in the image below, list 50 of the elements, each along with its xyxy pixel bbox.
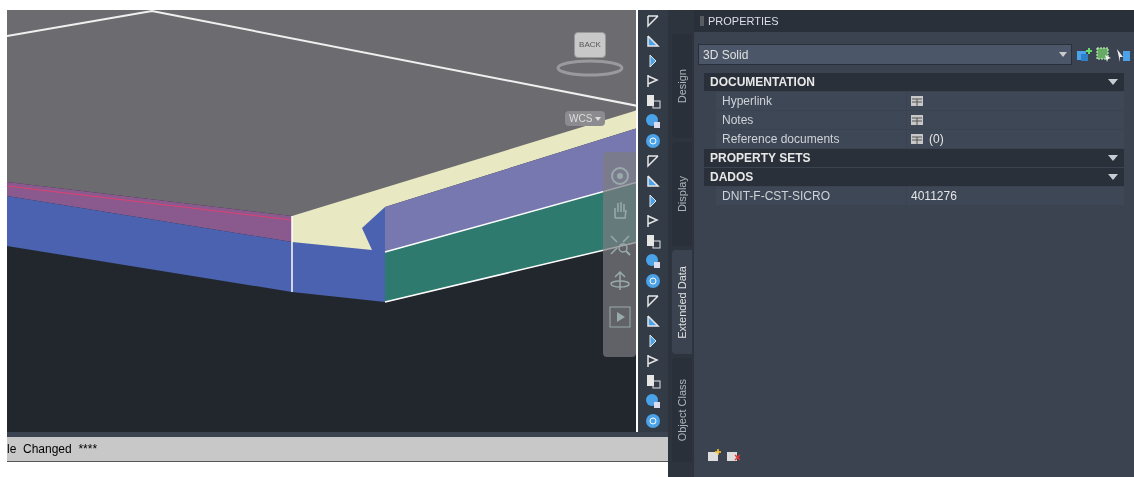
toolbar-tool-icon[interactable]: [644, 132, 663, 150]
toolbar-tool-icon[interactable]: [644, 412, 663, 430]
add-property-set-icon[interactable]: [708, 449, 721, 461]
command-history-text: le Changed ****: [7, 441, 98, 458]
orbit-icon: [608, 270, 631, 292]
toolbar-tool-icon[interactable]: [644, 372, 663, 390]
add-selection-icon[interactable]: [1076, 46, 1092, 63]
toolbar-tool-icon[interactable]: [644, 252, 663, 270]
viewcube-label[interactable]: BACK: [574, 32, 606, 58]
property-value-field[interactable]: 4011276: [907, 187, 1124, 205]
property-name: DNIT-F-CST-SICRO: [716, 187, 906, 205]
steering-wheel-icon: [609, 166, 630, 186]
section-header[interactable]: DOCUMENTATION: [704, 73, 1124, 91]
dropdown-caret-icon: [595, 116, 602, 121]
toolbar-tool-icon[interactable]: [644, 32, 663, 50]
side-tab[interactable]: Object Class: [672, 358, 692, 462]
grip-icon: [700, 16, 704, 26]
side-tab[interactable]: Display: [672, 142, 692, 246]
side-tab[interactable]: Extended Data: [672, 250, 692, 354]
object-type-dropdown[interactable]: 3D Solid: [698, 44, 1072, 65]
toolbar-tool-icon[interactable]: [644, 392, 663, 410]
property-value-field[interactable]: [907, 111, 1124, 129]
property-value-field[interactable]: (0): [907, 130, 1124, 148]
side-tab[interactable]: Design: [672, 34, 692, 138]
toolbar-tool-icon[interactable]: [644, 112, 663, 130]
property-name: Hyperlink: [716, 92, 906, 110]
section-header[interactable]: PROPERTY SETS: [704, 149, 1124, 167]
palette-title: PROPERTIES: [708, 13, 779, 29]
navigation-bar[interactable]: [603, 152, 636, 357]
table-icon[interactable]: [911, 115, 923, 125]
zoom-icon: [608, 234, 631, 256]
toolbar-tool-icon[interactable]: [644, 272, 663, 290]
table-icon[interactable]: [911, 134, 923, 144]
collapse-caret-icon[interactable]: [1108, 79, 1118, 85]
collapse-caret-icon[interactable]: [1108, 174, 1118, 180]
select-objects-icon[interactable]: [1096, 46, 1112, 63]
toolbar-tool-icon[interactable]: [644, 172, 663, 190]
toolbar-tool-icon[interactable]: [644, 312, 663, 330]
remove-property-set-icon[interactable]: [727, 449, 740, 461]
showmotion-icon: [608, 306, 631, 328]
3d-viewport[interactable]: BACK WCS: [7, 10, 637, 432]
toolbar-tool-icon[interactable]: [644, 232, 663, 250]
dropdown-caret-icon: [1059, 52, 1067, 57]
toolbar-tool-icon[interactable]: [644, 92, 663, 110]
section-header[interactable]: DADOS: [704, 168, 1124, 186]
collapse-caret-icon[interactable]: [1108, 155, 1118, 161]
table-icon[interactable]: [911, 96, 923, 106]
property-name: Notes: [716, 111, 906, 129]
property-name: Reference documents: [716, 130, 906, 148]
property-value-field[interactable]: [907, 92, 1124, 110]
